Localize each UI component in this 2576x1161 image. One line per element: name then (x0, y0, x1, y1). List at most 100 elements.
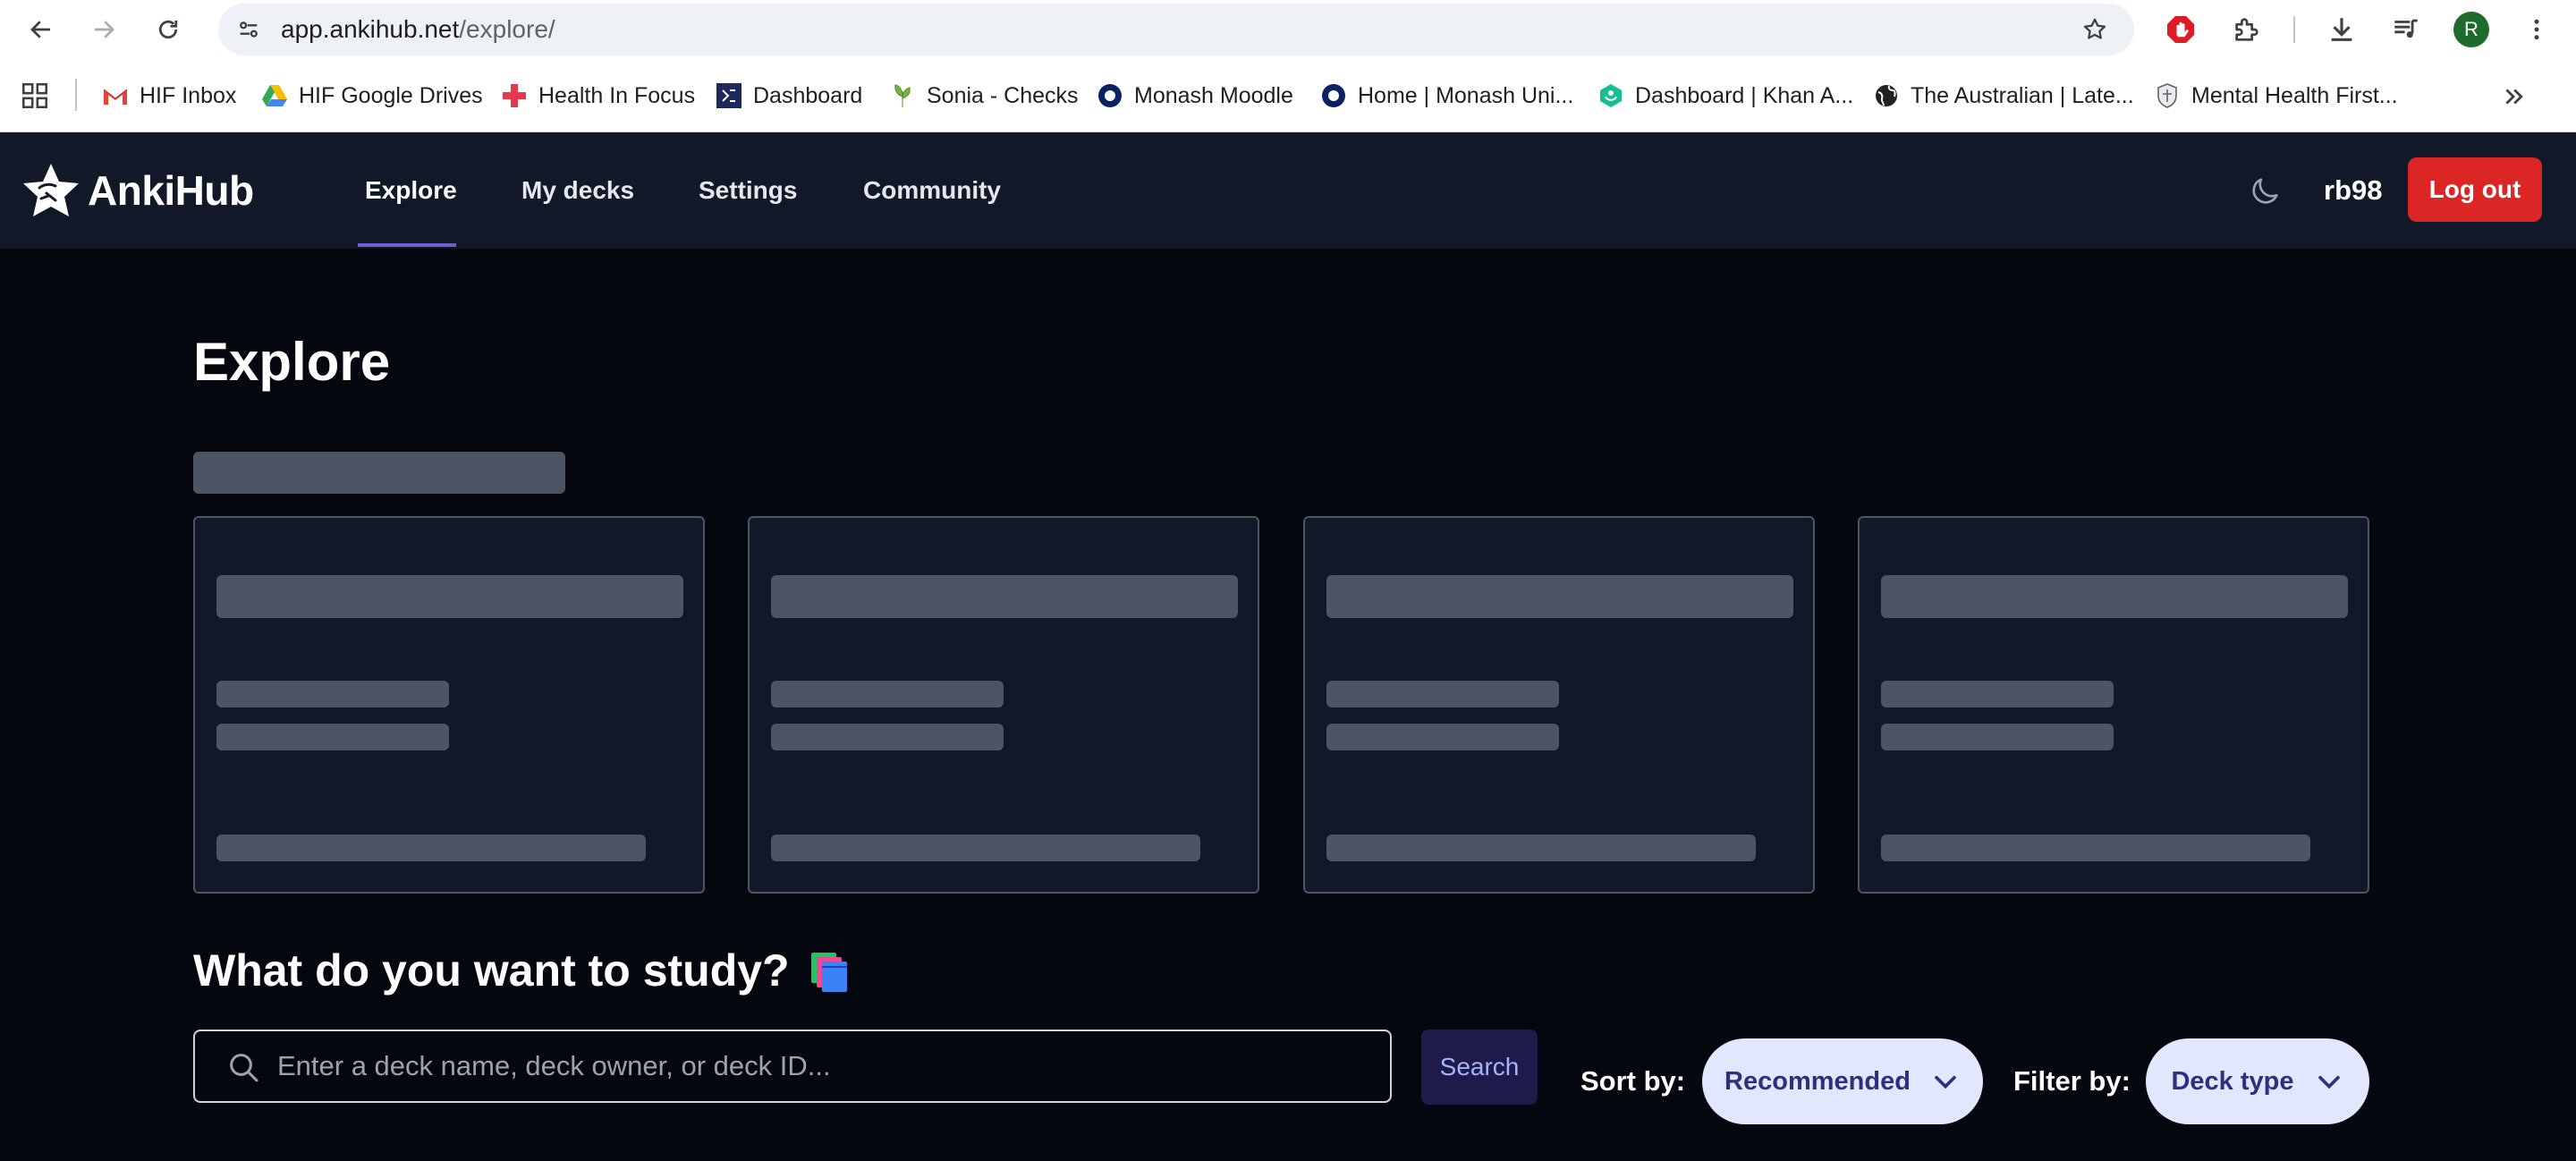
download-icon (2331, 18, 2352, 41)
bookmark-khan-academy[interactable]: Dashboard | Khan A... (1597, 73, 1853, 118)
logout-button[interactable]: Log out (2408, 157, 2542, 222)
google-drive-icon (261, 82, 288, 109)
username[interactable]: rb98 (2324, 132, 2382, 249)
nav-community[interactable]: Community (863, 132, 1001, 249)
sonia-leaf-icon (889, 82, 916, 109)
nav-settings[interactable]: Settings (699, 132, 797, 249)
chevron-down-icon (2318, 1075, 2340, 1089)
nav-my-decks[interactable]: My decks (521, 132, 634, 249)
globe-icon (1873, 82, 1900, 109)
deck-card-skeleton (193, 516, 705, 894)
chevron-down-icon (1935, 1075, 1956, 1089)
queue-music-icon (2394, 19, 2418, 38)
browser-toolbar: app.ankihub.net/explore/ R (0, 0, 2576, 59)
chevron-double-right-icon (2505, 89, 2523, 105)
bookmark-label: The Australian | Late... (1911, 82, 2134, 108)
skeleton-line (1326, 835, 1756, 861)
bookmark-hif-google-drives[interactable]: HIF Google Drives (261, 73, 483, 118)
search-field[interactable] (193, 1030, 1392, 1103)
search-input[interactable] (277, 1031, 1377, 1101)
bookmark-monash-moodle[interactable]: Monash Moodle (1097, 73, 1293, 118)
ankihub-star-icon (23, 164, 79, 216)
study-heading: What do you want to study? (193, 945, 852, 996)
skeleton-line (771, 835, 1200, 861)
filter-value: Deck type (2171, 1066, 2294, 1096)
url-path: /explore/ (459, 15, 555, 43)
shield-crest-icon (2154, 82, 2181, 109)
back-button[interactable] (20, 8, 63, 51)
monash-circle-icon (1097, 82, 1123, 109)
ankihub-logo[interactable]: AnkiHub (20, 159, 254, 222)
skeleton-line (1881, 681, 2114, 708)
extensions-button[interactable] (2225, 8, 2268, 51)
skeleton-line (216, 724, 449, 750)
skeleton-line (771, 681, 1004, 708)
deck-card-skeleton (748, 516, 1259, 894)
reload-button[interactable] (147, 8, 190, 51)
skeleton-line (1326, 724, 1559, 750)
skeleton-line (771, 724, 1004, 750)
browser-menu-button[interactable] (2515, 8, 2558, 51)
tune-icon (240, 21, 258, 38)
nav-explore[interactable]: Explore (365, 132, 457, 249)
bookmark-star-button[interactable] (2079, 13, 2111, 46)
bookmark-mental-health-first[interactable]: Mental Health First... (2154, 73, 2398, 118)
star-icon (2083, 18, 2106, 39)
skeleton-line (1881, 575, 2348, 618)
profile-avatar[interactable]: R (2453, 12, 2489, 47)
logo-text: AnkiHub (88, 167, 254, 214)
skeleton-line (1881, 835, 2310, 861)
bookmarks-divider (75, 79, 77, 111)
deck-card-skeleton (1303, 516, 1815, 894)
theme-toggle-button[interactable] (2243, 170, 2286, 213)
skeleton-line (771, 575, 1238, 618)
filter-dropdown[interactable]: Deck type (2146, 1038, 2369, 1124)
apps-button[interactable] (20, 81, 50, 111)
filter-label: Filter by: (2013, 1065, 2131, 1097)
bookmark-hif-inbox[interactable]: HIF Inbox (102, 73, 236, 118)
bookmark-health-in-focus[interactable]: Health In Focus (501, 73, 695, 118)
toolbar-divider (2293, 16, 2295, 43)
books-icon (810, 953, 847, 992)
skeleton-line (1326, 575, 1793, 618)
apps-grid-icon (21, 82, 48, 109)
skeleton-section-heading (193, 452, 565, 494)
forward-button[interactable] (82, 8, 125, 51)
sort-dropdown[interactable]: Recommended (1702, 1038, 1983, 1124)
health-cross-icon (501, 82, 528, 109)
deck-card-skeleton (1858, 516, 2369, 894)
app-header: AnkiHub Explore My decks Settings Commun… (0, 132, 2576, 249)
bookmark-home-monash-uni[interactable]: Home | Monash Uni... (1320, 73, 1573, 118)
search-button[interactable]: Search (1421, 1030, 1538, 1105)
bookmark-label: Monash Moodle (1134, 82, 1293, 108)
nav-active-indicator (358, 243, 456, 247)
bookmark-sonia-checks[interactable]: Sonia - Checks (889, 73, 1079, 118)
monash-circle-icon (1320, 82, 1347, 109)
bookmarks-bar: HIF Inbox HIF Google Drives Health In Fo… (0, 59, 2576, 132)
bookmark-label: HIF Inbox (140, 82, 237, 108)
bookmark-label: HIF Google Drives (299, 82, 483, 108)
sort-label: Sort by: (1580, 1065, 1686, 1097)
moon-icon (2252, 178, 2278, 204)
more-bookmarks-button[interactable] (2496, 79, 2531, 114)
arrow-right-icon (95, 21, 114, 38)
skeleton-line (216, 681, 449, 708)
reload-icon (158, 20, 178, 39)
bookmark-the-australian[interactable]: The Australian | Late... (1873, 73, 2134, 118)
gmail-icon (102, 82, 129, 109)
bookmark-label: Sonia - Checks (927, 82, 1079, 108)
site-info-button[interactable] (227, 8, 270, 51)
skeleton-line (216, 835, 646, 861)
downloads-button[interactable] (2320, 8, 2363, 51)
skeleton-line (1881, 724, 2114, 750)
bookmark-dashboard[interactable]: Dashboard (716, 73, 862, 118)
adblock-extension-button[interactable] (2159, 8, 2202, 51)
url-text: app.ankihub.net/explore/ (281, 4, 555, 55)
media-controls-button[interactable] (2385, 8, 2428, 51)
address-bar[interactable]: app.ankihub.net/explore/ (218, 4, 2134, 55)
bookmark-label: Dashboard | Khan A... (1635, 82, 1854, 108)
study-heading-text: What do you want to study? (193, 945, 790, 996)
more-vertical-icon (2534, 19, 2539, 40)
skeleton-line (1326, 681, 1559, 708)
avatar-letter: R (2464, 18, 2479, 40)
